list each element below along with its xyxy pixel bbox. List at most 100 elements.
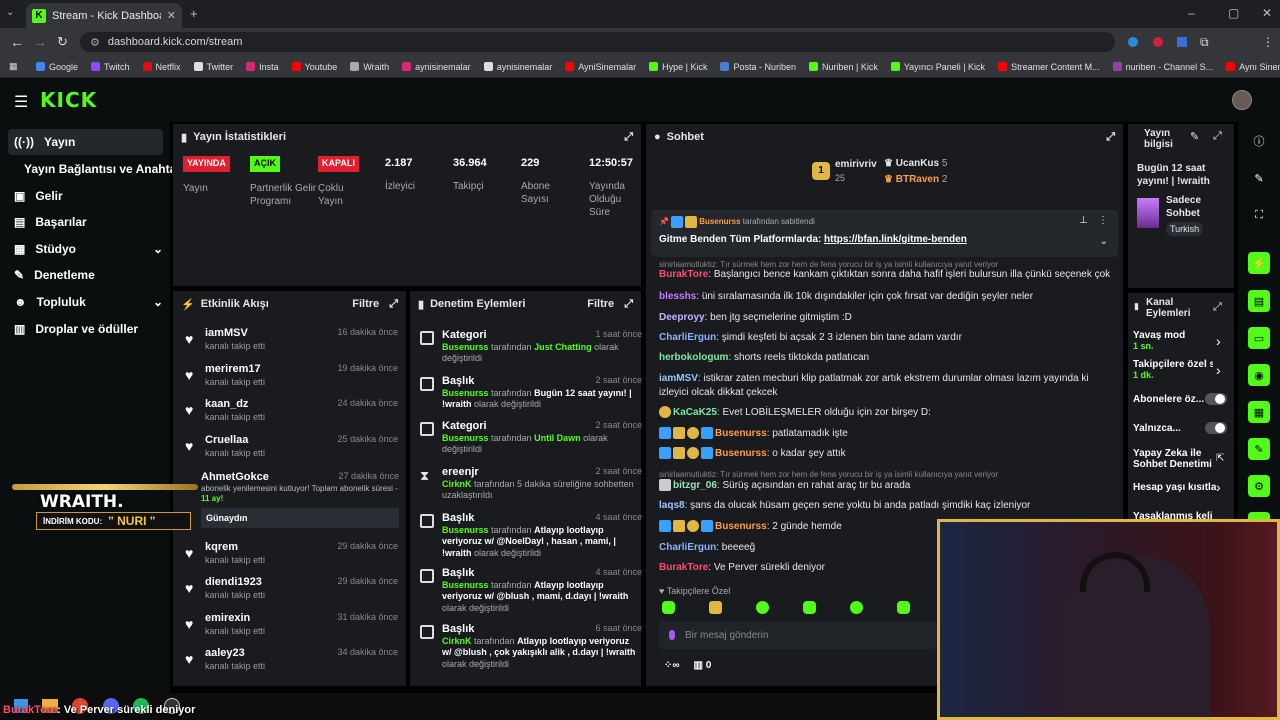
- activity-item: ♥ kaan_dz kanalı takip etti 24 dakika önce: [185, 398, 398, 422]
- edit-icon[interactable]: ✎: [1248, 167, 1270, 189]
- chat-input[interactable]: Bir mesaj gönderin: [659, 621, 937, 649]
- lightning-action-icon[interactable]: ⚡: [1248, 252, 1270, 274]
- maximize-icon[interactable]: ▢: [1228, 6, 1239, 20]
- sidebar-item-gelir[interactable]: ▣ Gelir: [8, 183, 63, 209]
- back-icon[interactable]: ←: [10, 34, 24, 50]
- extension-icon-3[interactable]: [1177, 37, 1187, 47]
- pin-icon: 📌: [659, 217, 672, 227]
- emote-only-toggle[interactable]: [1205, 422, 1227, 434]
- bookmark[interactable]: Nuriben | Kick: [808, 62, 878, 72]
- reload-icon[interactable]: ↻: [57, 34, 68, 50]
- hamburger-menu-icon[interactable]: ☰: [14, 92, 28, 112]
- sidebar-item-basarilar[interactable]: ▤ Başarılar: [8, 209, 87, 235]
- extension-icon-2[interactable]: [1153, 37, 1163, 47]
- activity-item: ♥ diendi1923 kanalı takip etti 29 dakika ön…: [185, 576, 398, 600]
- sidebar-item-yayin[interactable]: ((·)) Yayın: [8, 129, 163, 155]
- browser-tab[interactable]: K Stream - Kick Dashboard ✕: [26, 3, 182, 28]
- chat-action-icon[interactable]: ▭: [1248, 327, 1270, 349]
- document-action-icon[interactable]: ▤: [1248, 290, 1270, 312]
- info-icon[interactable]: ⓘ: [1248, 130, 1270, 152]
- sidebar-item-droplar[interactable]: ▥ Droplar ve ödüller: [8, 316, 138, 342]
- emote-icon[interactable]: [897, 601, 910, 614]
- close-tab-icon[interactable]: ✕: [167, 9, 176, 22]
- apps-grid-icon[interactable]: ▦: [9, 61, 18, 72]
- chevron-right-icon[interactable]: ›: [1216, 362, 1221, 378]
- action-ai-moderation[interactable]: Yapay Zeka ile Sohbet Denetimi: [1133, 448, 1213, 470]
- new-tab-button[interactable]: +: [190, 6, 198, 21]
- avatar[interactable]: [1232, 90, 1252, 110]
- pinned-message[interactable]: 📌 Busenurss tarafından sabitlendi Gitme …: [651, 210, 1118, 257]
- stream-category[interactable]: Sadece Sohbet: [1166, 194, 1226, 220]
- emote-icon[interactable]: [756, 601, 769, 614]
- site-info-icon[interactable]: ⚙: [90, 36, 100, 49]
- expand-icon[interactable]: ⤢: [1213, 301, 1222, 314]
- wrench-action-icon[interactable]: ✎: [1248, 438, 1270, 460]
- emote-icon[interactable]: [850, 601, 863, 614]
- expand-icon[interactable]: ⤢: [624, 298, 633, 311]
- expand-icon[interactable]: ⤢: [1213, 130, 1222, 143]
- edit-icon[interactable]: ✎: [1190, 130, 1199, 143]
- mod-filter-button[interactable]: Filtre: [587, 298, 614, 310]
- action-account-age[interactable]: Hesap yaşı kısıtla: [1133, 482, 1228, 493]
- fullscreen-icon[interactable]: ⛶: [1248, 204, 1270, 226]
- bookmark[interactable]: nuriben - Channel S...: [1112, 62, 1213, 72]
- bookmark[interactable]: Twitter: [193, 62, 233, 72]
- sidebar-item-studyo[interactable]: ▦ Stüdyo ⌄: [8, 236, 163, 262]
- bookmarks-bar: ▦ Google Twitch Netflix Twitter Insta Yo…: [0, 56, 1280, 78]
- bookmark[interactable]: aynisinemalar: [483, 62, 552, 72]
- action-followers-only[interactable]: Takipçilere özel s1 dk.: [1133, 359, 1213, 380]
- infinity-icon[interactable]: ⁘∞: [664, 660, 680, 671]
- action-slow-mode[interactable]: Yavaş mod 1 sn.: [1133, 330, 1228, 351]
- bookmark[interactable]: Insta: [246, 62, 279, 72]
- sidebar-item-denetleme[interactable]: ✎ Denetleme: [8, 262, 95, 288]
- chevron-down-icon[interactable]: ⌄: [1100, 236, 1108, 247]
- settings-action-icon[interactable]: ⚙: [1248, 475, 1270, 497]
- stack-action-icon[interactable]: ▦: [1248, 401, 1270, 423]
- subs-only-toggle[interactable]: [1205, 393, 1227, 405]
- bookmark[interactable]: Aynı Sinemalar - Ça...: [1226, 62, 1280, 72]
- menu-dots-icon[interactable]: ⋮: [1262, 35, 1274, 49]
- emote-icon[interactable]: [709, 601, 722, 614]
- bookmark[interactable]: Netflix: [142, 62, 181, 72]
- chevron-right-icon[interactable]: ›: [1216, 479, 1221, 495]
- gift-icon[interactable]: ▥ 0: [694, 660, 712, 671]
- external-link-icon[interactable]: ⇱: [1216, 453, 1224, 464]
- broadcast-icon: ((·)): [14, 135, 34, 149]
- activity-filter-button[interactable]: Filtre: [352, 298, 379, 310]
- chevron-right-icon[interactable]: ›: [1216, 333, 1221, 349]
- emote-icon[interactable]: [662, 601, 675, 614]
- bookmark[interactable]: Twitch: [91, 62, 130, 72]
- close-window-icon[interactable]: ✕: [1262, 6, 1272, 20]
- bookmark[interactable]: Wraith: [350, 62, 389, 72]
- extensions-puzzle-icon[interactable]: ⧉: [1200, 35, 1209, 50]
- forward-icon[interactable]: →: [33, 34, 47, 50]
- emote-icon[interactable]: [803, 601, 816, 614]
- chat-message: herbokologum: shorts reels tiktokda patl…: [659, 352, 870, 363]
- tab-search-icon[interactable]: ⌄: [6, 7, 14, 18]
- minimize-icon[interactable]: –: [1188, 6, 1195, 20]
- bookmark[interactable]: Youtube: [291, 62, 337, 72]
- bookmark[interactable]: Streamer Content M...: [998, 62, 1100, 72]
- bookmark[interactable]: AyniSinemalar: [565, 62, 636, 72]
- heart-icon: ♥: [185, 580, 194, 596]
- bookmark[interactable]: aynisinemalar: [402, 62, 471, 72]
- expand-icon[interactable]: ⤢: [624, 131, 633, 144]
- bookmark[interactable]: Yayıncı Paneli | Kick: [890, 62, 985, 72]
- sidebar-item-stream-key[interactable]: Yayın Bağlantısı ve Anahtarı: [8, 156, 184, 182]
- expand-icon[interactable]: ⤢: [389, 298, 398, 311]
- bookmark[interactable]: Hype | Kick: [649, 62, 707, 72]
- bookmark[interactable]: Google: [36, 62, 78, 72]
- expand-icon[interactable]: ⤢: [1106, 131, 1115, 144]
- wallet-icon: ▣: [14, 189, 26, 203]
- more-options-icon[interactable]: ⋮: [1098, 215, 1108, 226]
- address-bar[interactable]: ⚙ dashboard.kick.com/stream: [80, 32, 1115, 52]
- kick-logo[interactable]: KICK: [40, 88, 97, 112]
- community-icon: ☻: [14, 295, 27, 309]
- bookmark[interactable]: Posta - Nuriben: [720, 62, 796, 72]
- extension-icon-1[interactable]: [1128, 37, 1138, 47]
- crown-icon: ♛: [884, 158, 896, 169]
- unpin-icon[interactable]: ⊥: [1079, 215, 1088, 226]
- broadcast-action-icon[interactable]: ◉: [1248, 364, 1270, 386]
- sidebar-item-topluluk[interactable]: ☻ Topluluk ⌄: [8, 289, 163, 315]
- pinned-link[interactable]: https://bfan.link/gitme-benden: [824, 234, 967, 245]
